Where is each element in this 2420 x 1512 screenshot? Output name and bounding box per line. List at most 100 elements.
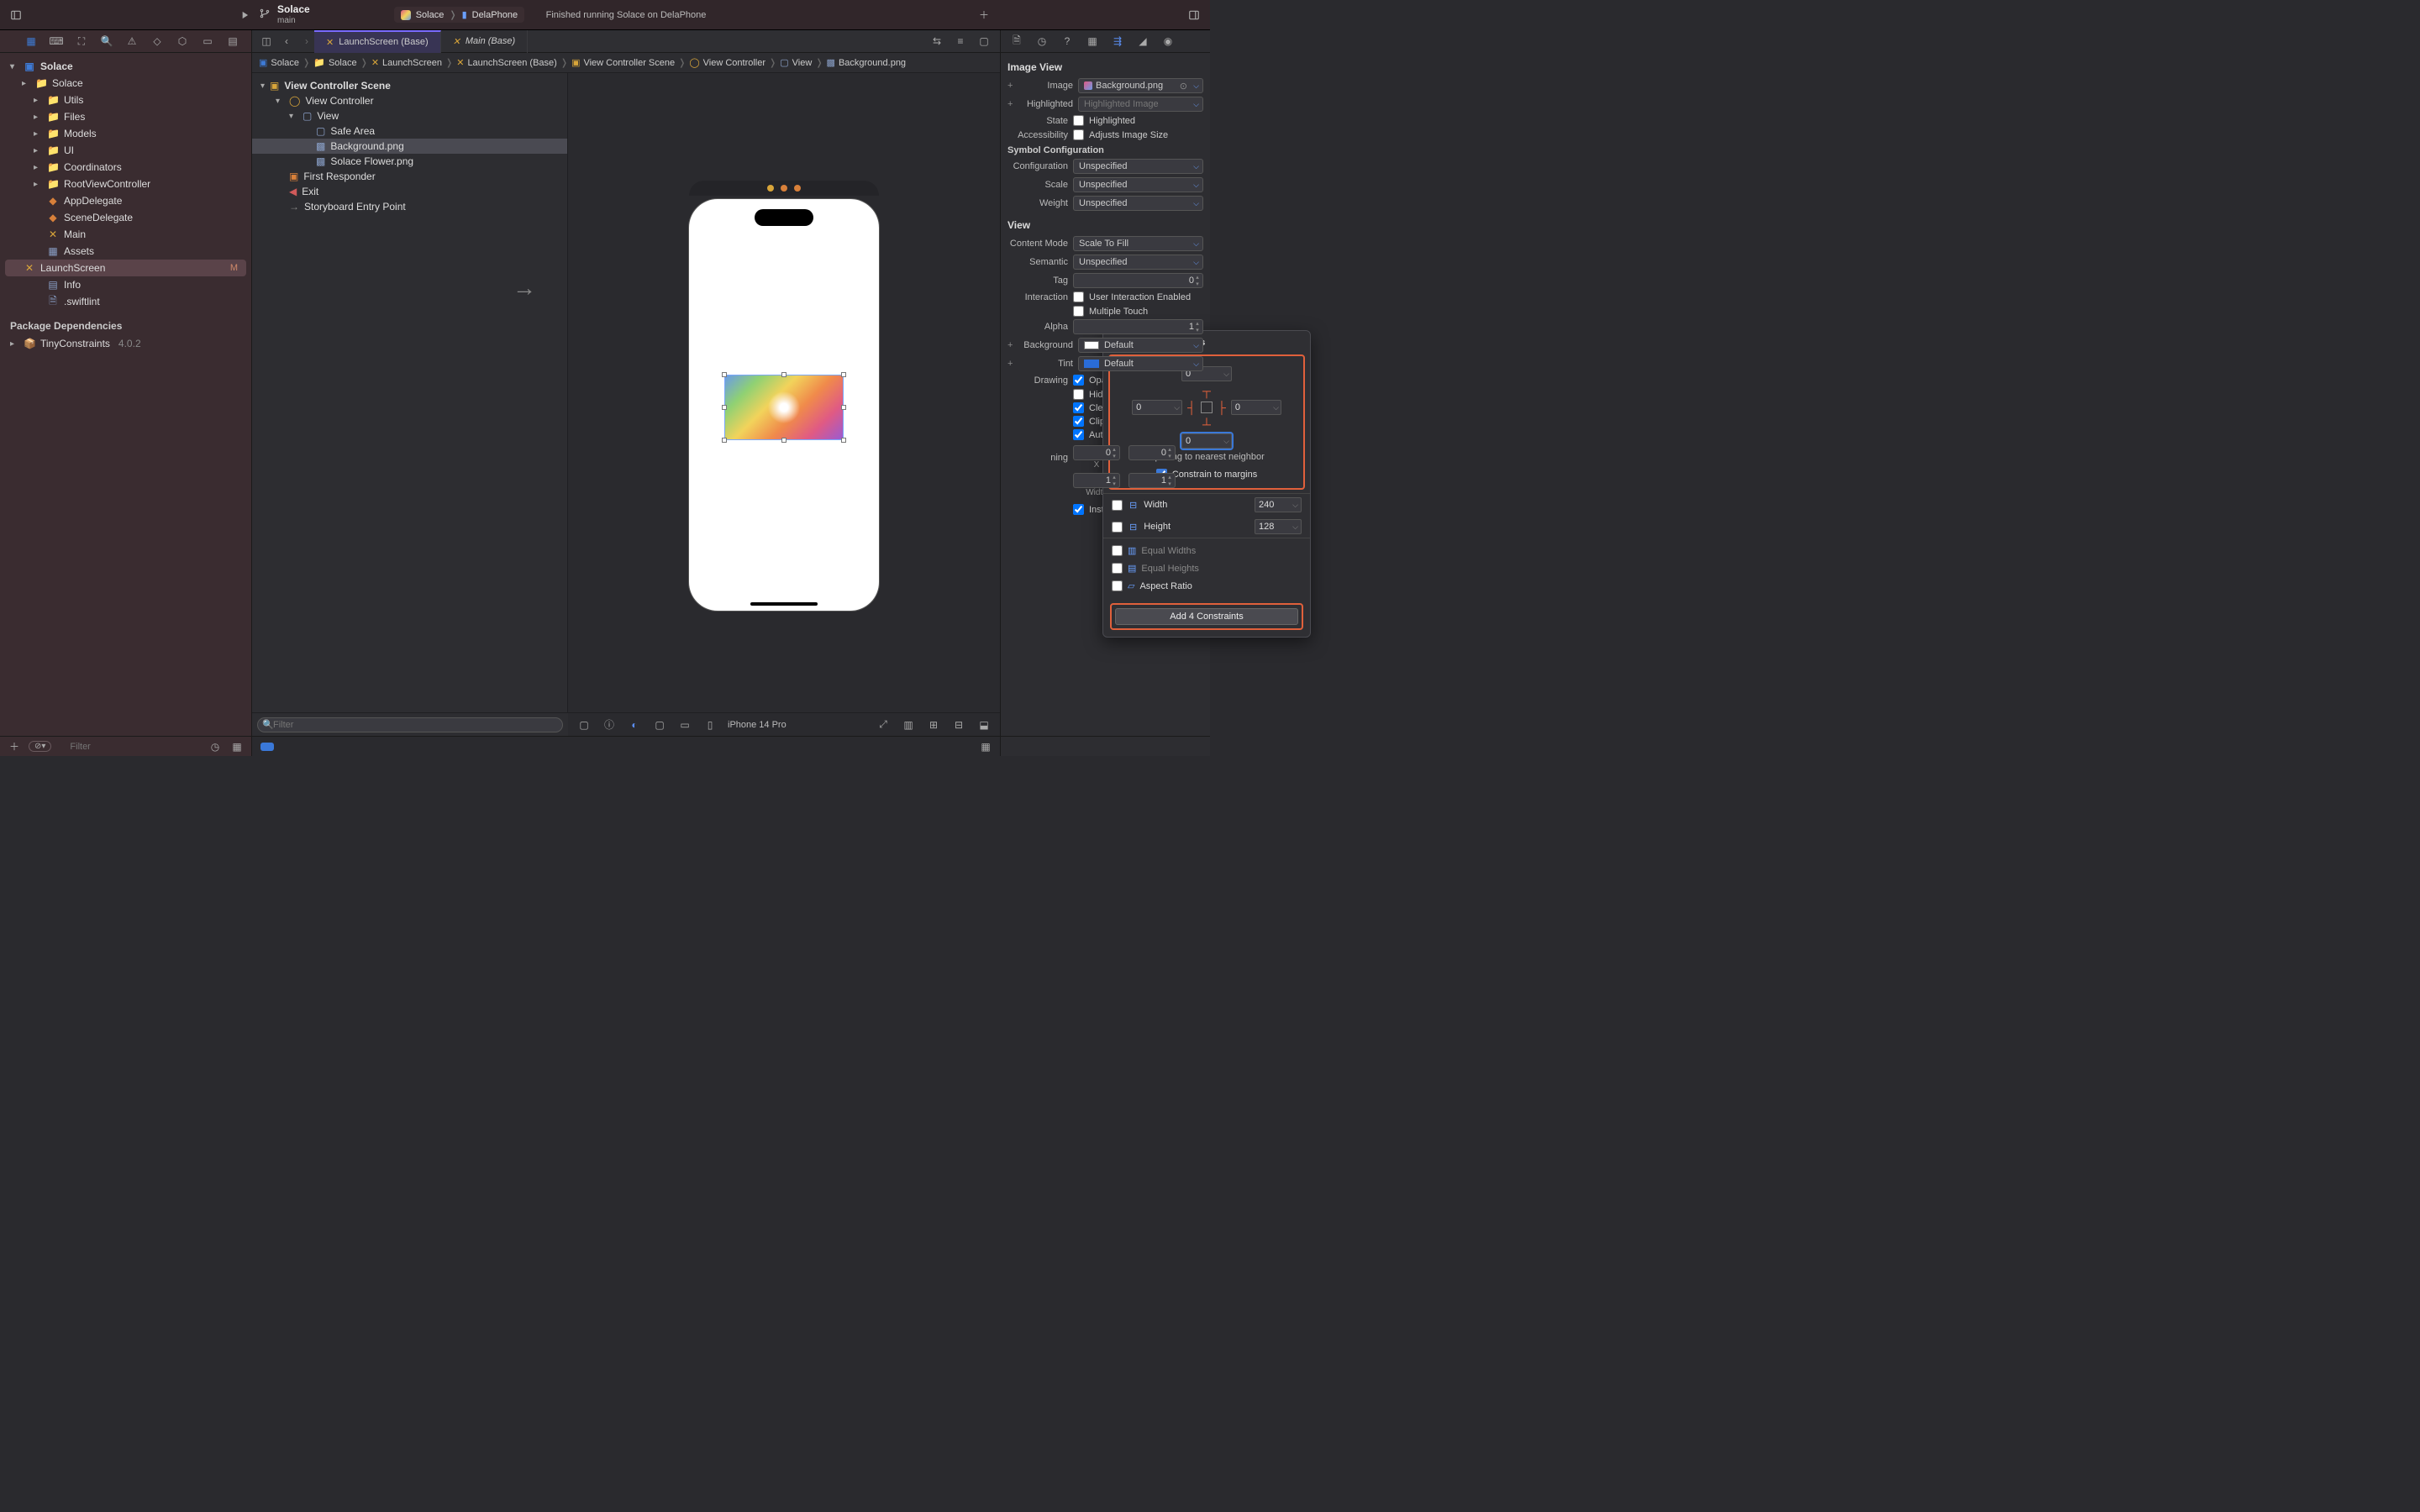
help-inspector-icon[interactable]: ? xyxy=(1060,34,1075,49)
project-title[interactable]: Solace xyxy=(277,4,310,15)
debug-indicator[interactable] xyxy=(260,743,274,751)
add-image-variant-icon[interactable]: + xyxy=(1007,81,1016,91)
size-inspector-icon[interactable]: ◢ xyxy=(1135,34,1150,49)
highlighted-field[interactable]: Highlighted Image⌵ xyxy=(1078,97,1203,112)
nav-item-info[interactable]: ▤Info xyxy=(0,276,251,293)
outline-item-first-responder[interactable]: ▣First Responder xyxy=(252,169,567,184)
add-tab-icon[interactable]: ＋ xyxy=(976,8,992,23)
nav-item-ui[interactable]: ▸📁UI xyxy=(0,142,251,159)
back-icon[interactable]: ‹ xyxy=(279,34,294,49)
navigator-filter-input[interactable] xyxy=(58,742,201,752)
configuration-field[interactable]: Unspecified⌵ xyxy=(1073,159,1203,174)
related-items-icon[interactable]: ◫ xyxy=(259,34,274,49)
breadcrumb[interactable]: ▣ Solace❭📁 Solace❭✕ LaunchScreen❭✕ Launc… xyxy=(252,53,1000,73)
device-preview[interactable] xyxy=(689,199,879,611)
canvas-orient2-icon[interactable]: ▭ xyxy=(677,717,692,732)
history-inspector-icon[interactable]: ◷ xyxy=(1034,34,1050,49)
zoom-icon[interactable]: ⤢ xyxy=(876,717,891,732)
package-row[interactable]: ▸ 📦 TinyConstraints 4.0.2 xyxy=(0,335,251,352)
nav-item-launchscreen[interactable]: ✕LaunchScreenM xyxy=(5,260,246,276)
left-strut-icon[interactable]: ┤ xyxy=(1187,402,1196,413)
pin-tool-icon[interactable]: ⊞ xyxy=(926,717,941,732)
document-outline[interactable]: ▾ ▣ View Controller Scene ▾◯View Control… xyxy=(252,73,568,736)
add-constraints-button[interactable]: Add 4 Constraints xyxy=(1115,608,1298,625)
canvas-info-icon[interactable]: ⓘ xyxy=(602,717,617,732)
nav-item-appdelegate[interactable]: ◆AppDelegate xyxy=(0,192,251,209)
breadcrumb-item[interactable]: LaunchScreen xyxy=(382,58,442,68)
project-root-row[interactable]: ▾ ▣ Solace xyxy=(0,58,251,75)
nav-item-scenedelegate[interactable]: ◆SceneDelegate xyxy=(0,209,251,226)
branch-name[interactable]: main xyxy=(277,16,310,25)
height-checkbox[interactable] xyxy=(1112,522,1123,533)
outline-scene-row[interactable]: ▾ ▣ View Controller Scene xyxy=(252,78,567,93)
nav-item-files[interactable]: ▸📁Files xyxy=(0,108,251,125)
tint-field[interactable]: Default⌵ xyxy=(1078,356,1203,371)
bottom-spacing-field[interactable]: 0⌵ xyxy=(1181,433,1232,449)
breadcrumb-item[interactable]: Solace xyxy=(329,58,357,68)
align-tool-icon[interactable]: ▥ xyxy=(901,717,916,732)
top-strut-icon[interactable]: ┬ xyxy=(1202,385,1211,396)
minimap-icon[interactable]: ▦ xyxy=(978,739,993,754)
semantic-field[interactable]: Unspecified⌵ xyxy=(1073,255,1203,270)
outline-item-view-controller[interactable]: ▾◯View Controller xyxy=(252,93,567,108)
sidebar-toggle-icon[interactable] xyxy=(8,8,24,23)
hidden-checkbox[interactable] xyxy=(1073,389,1084,400)
height-field[interactable]: 128⌵ xyxy=(1255,519,1302,534)
nav-symbols-icon[interactable]: ⛶ xyxy=(74,34,89,49)
right-spacing-field[interactable]: 0⌵ xyxy=(1231,400,1281,415)
right-strut-icon[interactable]: ├ xyxy=(1218,402,1226,413)
outline-item-exit[interactable]: ◀Exit xyxy=(252,184,567,199)
breadcrumb-item[interactable]: View Controller xyxy=(703,58,765,68)
user-interaction-checkbox[interactable] xyxy=(1073,291,1084,302)
stretch-y-field[interactable]: 0▴▾ xyxy=(1128,445,1176,460)
nav-debug-icon[interactable]: ⬡ xyxy=(175,34,190,49)
nav-item-models[interactable]: ▸📁Models xyxy=(0,125,251,142)
breadcrumb-item[interactable]: View xyxy=(792,58,813,68)
scale-field[interactable]: Unspecified⌵ xyxy=(1073,177,1203,192)
nav-item--swiftlint[interactable]: 🗎.swiftlint xyxy=(0,293,251,310)
canvas-orient-icon[interactable]: ▢ xyxy=(652,717,667,732)
background-field[interactable]: Default⌵ xyxy=(1078,338,1203,353)
forward-icon[interactable]: › xyxy=(299,34,314,49)
resolve-tool-icon[interactable]: ⊟ xyxy=(951,717,966,732)
installed-checkbox[interactable] xyxy=(1073,504,1084,515)
breadcrumb-item[interactable]: View Controller Scene xyxy=(583,58,675,68)
canvas-toggle-icon[interactable]: ▢ xyxy=(976,34,992,49)
nav-reports-icon[interactable]: ▤ xyxy=(225,34,240,49)
stretch-w-field[interactable]: 1▴▾ xyxy=(1073,473,1120,488)
filter-scope-chip[interactable]: ⊘▾ xyxy=(29,741,51,752)
clips-checkbox[interactable] xyxy=(1073,416,1084,427)
opaque-checkbox[interactable] xyxy=(1073,375,1084,386)
add-highlighted-variant-icon[interactable]: + xyxy=(1007,99,1016,109)
sync-icon[interactable]: ⇆ xyxy=(929,34,944,49)
adjusts-image-size-checkbox[interactable] xyxy=(1073,129,1084,140)
nav-item-assets[interactable]: ▦Assets xyxy=(0,243,251,260)
interface-builder-canvas[interactable]: → xyxy=(568,73,1000,736)
tab-launchscreen[interactable]: ✕ LaunchScreen (Base) xyxy=(314,30,441,53)
breadcrumb-item[interactable]: Solace xyxy=(271,58,299,68)
outline-item-solace-flower-png[interactable]: ▩Solace Flower.png xyxy=(252,154,567,169)
nav-item-coordinators[interactable]: ▸📁Coordinators xyxy=(0,159,251,176)
outline-item-view[interactable]: ▾▢View xyxy=(252,108,567,123)
add-tint-variant-icon[interactable]: + xyxy=(1007,359,1016,369)
nav-issues-icon[interactable]: ⚠ xyxy=(124,34,139,49)
stretch-h-field[interactable]: 1▴▾ xyxy=(1128,473,1176,488)
outline-filter-input[interactable] xyxy=(257,717,563,732)
clears-context-checkbox[interactable] xyxy=(1073,402,1084,413)
image-field[interactable]: Background.png ⊙⌵ xyxy=(1078,78,1203,93)
identity-inspector-icon[interactable]: ▦ xyxy=(1085,34,1100,49)
nav-item-solace[interactable]: ▸📁Solace xyxy=(0,75,251,92)
breadcrumb-item[interactable]: LaunchScreen (Base) xyxy=(467,58,556,68)
connections-inspector-icon[interactable]: ◉ xyxy=(1160,34,1176,49)
content-mode-field[interactable]: Scale To Fill⌵ xyxy=(1073,236,1203,251)
add-bg-variant-icon[interactable]: + xyxy=(1007,340,1016,350)
scheme-selector[interactable]: Solace ❭ ▮ DelaPhone xyxy=(394,7,524,23)
nav-item-main[interactable]: ✕Main xyxy=(0,226,251,243)
left-spacing-field[interactable]: 0⌵ xyxy=(1132,400,1182,415)
equal-heights-checkbox[interactable] xyxy=(1112,563,1123,574)
nav-item-utils[interactable]: ▸📁Utils xyxy=(0,92,251,108)
selected-image-view[interactable] xyxy=(725,375,843,439)
canvas-doc-icon[interactable]: ▢ xyxy=(576,717,592,732)
nav-project-icon[interactable]: ▦ xyxy=(24,34,39,49)
embed-tool-icon[interactable]: ⬓ xyxy=(976,717,992,732)
